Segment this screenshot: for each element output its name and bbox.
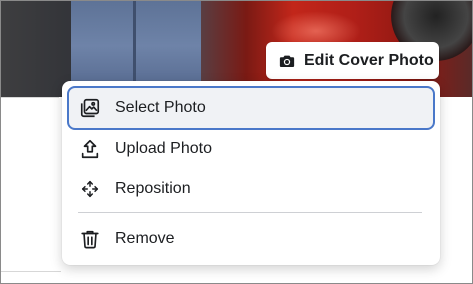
menu-item-upload-photo[interactable]: Upload Photo xyxy=(67,127,435,171)
edit-cover-photo-button[interactable]: Edit Cover Photo xyxy=(266,42,439,79)
cover-photo-detail xyxy=(133,1,136,91)
upload-icon xyxy=(81,139,99,159)
edit-cover-photo-label: Edit Cover Photo xyxy=(304,51,434,69)
photo-album-icon xyxy=(80,98,100,118)
menu-item-label: Select Photo xyxy=(115,99,206,116)
menu-item-label: Remove xyxy=(115,230,175,247)
menu-item-label: Reposition xyxy=(115,180,191,197)
trash-icon xyxy=(81,230,99,249)
cover-photo-menu: Select Photo Upload Photo Reposition Rem… xyxy=(62,81,440,265)
divider xyxy=(1,271,61,272)
menu-item-select-photo[interactable]: Select Photo xyxy=(67,86,435,130)
menu-item-label: Upload Photo xyxy=(115,140,212,157)
divider xyxy=(1,97,59,98)
menu-item-remove[interactable]: Remove xyxy=(67,217,435,261)
menu-divider xyxy=(78,212,422,213)
move-arrows-icon xyxy=(81,180,99,198)
menu-item-reposition[interactable]: Reposition xyxy=(67,167,435,211)
camera-icon xyxy=(279,55,295,67)
screenshot-frame: Edit Cover Photo Select Photo Upload Pho… xyxy=(0,0,473,284)
